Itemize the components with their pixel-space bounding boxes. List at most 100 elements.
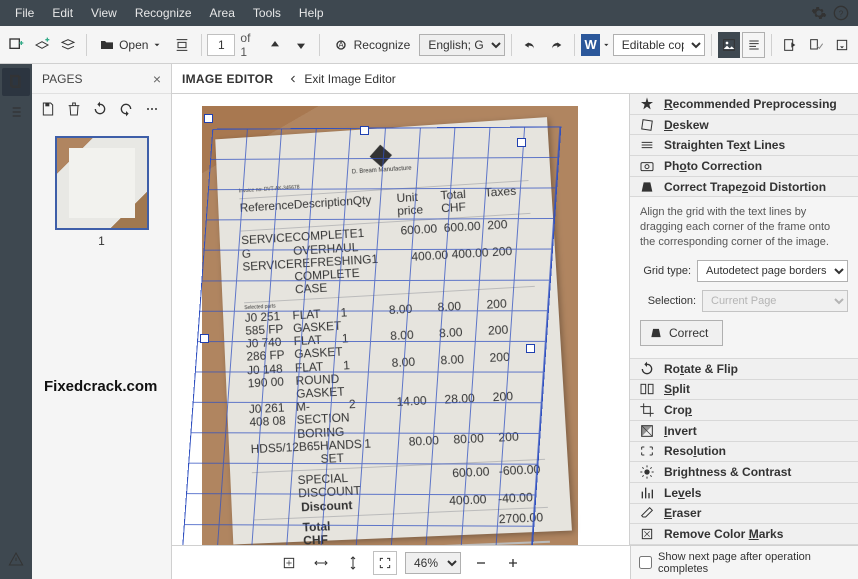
language-select[interactable]: English; German [419, 34, 505, 56]
handle-mid-left[interactable] [200, 334, 209, 343]
image-view-icon[interactable] [718, 32, 741, 58]
levels-icon [638, 484, 656, 502]
tool-rotate-flip[interactable]: Rotate & Flip [630, 359, 858, 380]
show-next-page-checkbox[interactable] [639, 556, 652, 569]
left-rail [0, 64, 32, 579]
redo-icon[interactable] [544, 31, 568, 59]
tool-straighten-text-lines[interactable]: Straighten Text Lines [630, 135, 858, 156]
editor-area: IMAGE EDITOR Exit Image Editor D. Bream … [172, 64, 858, 579]
editor-footer: 46% Show next page after operation compl… [172, 545, 858, 579]
export-icon[interactable] [830, 31, 854, 59]
split-icon [638, 380, 656, 398]
fit-height-icon[interactable] [341, 551, 365, 575]
grid-type-select[interactable]: Autodetect page borders [697, 260, 848, 282]
image-editor-tools-panel: Recommended Preprocessing Deskew Straigh… [630, 94, 858, 545]
word-icon[interactable]: W [581, 34, 600, 56]
tool-recommended-preprocessing[interactable]: Recommended Preprocessing [630, 94, 858, 115]
remove-marks-icon [638, 525, 656, 543]
menu-help[interactable]: Help [290, 2, 333, 24]
tool-crop[interactable]: Crop [630, 400, 858, 421]
exit-label: Exit Image Editor [304, 72, 395, 86]
chevron-down-icon[interactable] [602, 40, 611, 50]
eraser-icon [638, 504, 656, 522]
grid-type-label: Grid type: [640, 265, 691, 277]
page-number-input[interactable] [207, 34, 235, 56]
rotate-cw-icon[interactable] [116, 99, 136, 119]
fullscreen-icon[interactable] [373, 551, 397, 575]
svg-text:?: ? [839, 9, 844, 18]
tool-photo-correction[interactable]: Photo Correction [630, 156, 858, 177]
zoom-in-icon[interactable] [501, 551, 525, 575]
resolution-icon [638, 442, 656, 460]
handle-top-mid[interactable] [360, 126, 369, 135]
star-icon [638, 95, 656, 113]
tool-invert[interactable]: Invert [630, 421, 858, 442]
thumbnail-number: 1 [55, 234, 149, 248]
rotate-ccw-icon[interactable] [90, 99, 110, 119]
trapezoid-icon [649, 326, 663, 340]
tool-resolution[interactable]: Resolution [630, 442, 858, 463]
selection-select: Current Page [702, 290, 848, 312]
editable-copy-select[interactable]: Editable copy [613, 34, 705, 56]
fit-width-icon[interactable] [309, 551, 333, 575]
tool-levels[interactable]: Levels [630, 483, 858, 504]
send-icon[interactable] [778, 31, 802, 59]
verify-icon[interactable] [804, 31, 828, 59]
pages-title: PAGES [42, 72, 153, 86]
rail-pages-icon[interactable] [2, 68, 30, 96]
page-up-icon[interactable] [263, 31, 287, 59]
recognize-button[interactable]: A Recognize [326, 31, 418, 59]
tool-remove-color-marks[interactable]: Remove Color Marks [630, 524, 858, 545]
svg-text:A: A [338, 40, 344, 49]
menu-recognize[interactable]: Recognize [126, 2, 201, 24]
fit-page-icon[interactable] [277, 551, 301, 575]
menu-edit[interactable]: Edit [43, 2, 82, 24]
help-icon[interactable]: ? [830, 2, 852, 24]
zoom-out-icon[interactable] [469, 551, 493, 575]
tool-split[interactable]: Split [630, 380, 858, 401]
stack-icon[interactable] [56, 31, 80, 59]
exit-image-editor-button[interactable]: Exit Image Editor [287, 72, 395, 86]
handle-mid-right[interactable] [526, 344, 535, 353]
brightness-icon [638, 463, 656, 481]
crop-icon [638, 401, 656, 419]
scan-icon[interactable] [170, 31, 194, 59]
tool-correct-trapezoid[interactable]: Correct Trapezoid Distortion [630, 177, 858, 198]
new-task-icon[interactable] [4, 31, 28, 59]
handle-top-right[interactable] [517, 138, 526, 147]
toolbar: Open of 1 A Recognize English; German W … [0, 26, 858, 64]
recognize-icon: A [333, 37, 349, 53]
open-button[interactable]: Open [93, 31, 168, 59]
undo-icon[interactable] [518, 31, 542, 59]
menu-file[interactable]: File [6, 2, 43, 24]
correct-button[interactable]: Correct [640, 320, 723, 346]
trapezoid-hint: Align the grid with the text lines by dr… [640, 205, 848, 250]
tool-deskew[interactable]: Deskew [630, 115, 858, 136]
delete-icon[interactable] [64, 99, 84, 119]
add-page-icon[interactable] [30, 31, 54, 59]
menu-view[interactable]: View [82, 2, 126, 24]
close-icon[interactable]: × [153, 71, 161, 87]
more-icon[interactable] [142, 99, 162, 119]
text-view-icon[interactable] [742, 32, 765, 58]
main-area: PAGES × 1 Fixedcrack.com IMAGE EDITOR Ex… [0, 64, 858, 579]
handle-top-left[interactable] [204, 114, 213, 123]
tool-eraser[interactable]: Eraser [630, 504, 858, 525]
save-icon[interactable] [38, 99, 58, 119]
menu-tools[interactable]: Tools [244, 2, 290, 24]
open-label: Open [119, 38, 148, 52]
straighten-icon [638, 136, 656, 154]
menu-area[interactable]: Area [201, 2, 244, 24]
page-down-icon[interactable] [289, 31, 313, 59]
menu-bar: File Edit View Recognize Area Tools Help… [0, 0, 858, 26]
tool-brightness-contrast[interactable]: Brightness & Contrast [630, 462, 858, 483]
page-thumbnail[interactable]: 1 [55, 136, 149, 248]
image-editor-title: IMAGE EDITOR [182, 72, 273, 86]
gear-icon[interactable] [808, 2, 830, 24]
image-canvas[interactable]: D. Bream Manufacture Invoice no: DVT-AK-… [172, 94, 630, 545]
chevron-down-icon [152, 40, 162, 50]
warning-icon[interactable] [2, 545, 30, 573]
rail-list-icon[interactable] [2, 98, 30, 126]
zoom-select[interactable]: 46% [405, 552, 461, 574]
page-of-label: of 1 [237, 31, 260, 59]
